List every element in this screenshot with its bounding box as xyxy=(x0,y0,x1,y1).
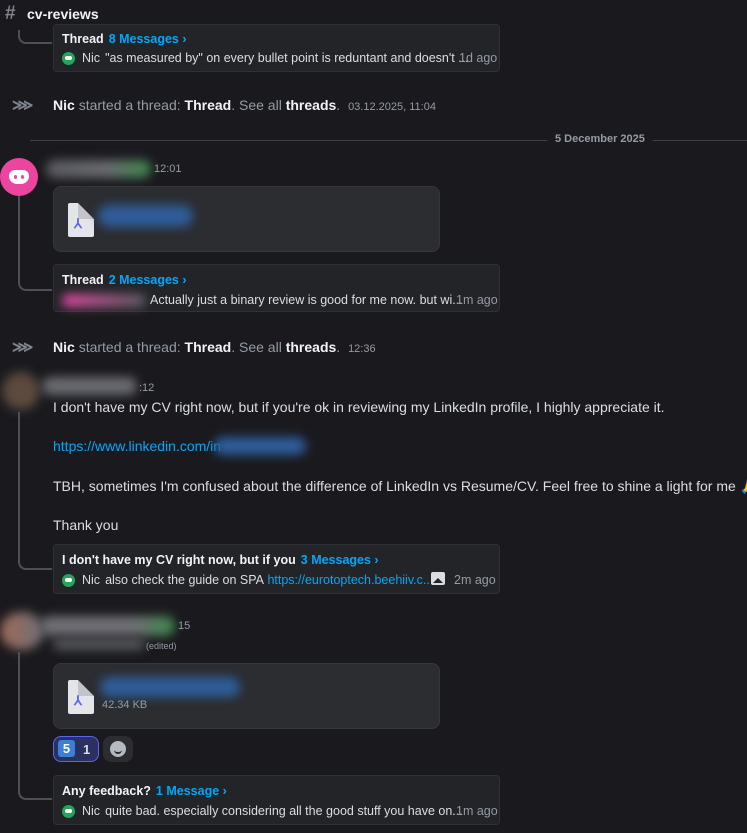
reply-spine xyxy=(18,652,52,800)
system-timestamp: 12:36 xyxy=(348,343,376,355)
see-all-threads-link[interactable]: threads xyxy=(286,97,337,113)
system-timestamp: 03.12.2025, 11:04 xyxy=(348,101,436,113)
thread-time-ago: 2m ago xyxy=(454,573,496,587)
see-all-threads-link[interactable]: threads xyxy=(286,339,337,355)
reaction-count: 1 xyxy=(83,742,91,757)
reply-spine xyxy=(18,196,52,291)
preview-author-redacted xyxy=(62,293,146,307)
message-timestamp: :12 xyxy=(139,382,155,394)
thread-preview-card[interactable]: Any feedback? 1 Message › Nic quite bad. … xyxy=(53,775,500,825)
smiley-icon xyxy=(110,741,126,757)
message-timestamp: 15 xyxy=(178,620,191,632)
reply-spine xyxy=(18,30,52,44)
file-attachment[interactable]: ⅄ xyxy=(53,186,440,252)
link-redacted xyxy=(214,437,306,455)
thread-message-count[interactable]: 8 Messages › xyxy=(109,32,187,46)
thread-started-icon: ⋙ xyxy=(12,339,34,356)
discord-avatar-icon xyxy=(62,51,75,65)
thread-title: Any feedback? xyxy=(62,784,151,798)
system-message: Nic started a thread: Thread. See all th… xyxy=(53,339,376,355)
preview-author: Nic xyxy=(82,573,101,587)
message-timestamp: 12:01 xyxy=(154,163,182,175)
preview-author: Nic xyxy=(82,804,101,818)
file-size: 42.34 KB xyxy=(102,699,148,711)
thread-title: Thread xyxy=(62,273,104,287)
thread-last-message: Nic "as measured by" on every bullet poi… xyxy=(62,51,469,65)
thread-time-ago: 1d ago xyxy=(459,51,498,65)
edited-label: (edited) xyxy=(146,641,177,651)
user-avatar-redacted[interactable] xyxy=(0,612,44,650)
folded-hands-emoji: 🙏 xyxy=(740,478,747,494)
add-reaction-button[interactable] xyxy=(103,736,133,762)
pdf-file-icon: ⅄ xyxy=(68,680,94,714)
preview-link[interactable]: https://eurotoptech.beehiiv.c... xyxy=(267,573,433,587)
system-thread-link[interactable]: Thread xyxy=(185,339,232,355)
thread-preview-card[interactable]: Thread 2 Messages › Actually just a binar… xyxy=(53,264,500,312)
date-divider-label: 5 December 2025 xyxy=(547,133,653,145)
preview-author: Nic xyxy=(82,51,101,65)
thread-last-message: Actually just a binary review is good fo… xyxy=(62,293,463,307)
system-message: Nic started a thread: Thread. See all th… xyxy=(53,97,436,113)
thread-title: Thread xyxy=(62,32,104,46)
preview-text: also check the guide on SPA xyxy=(105,573,264,587)
thread-time-ago: 1m ago xyxy=(456,804,498,818)
thread-time-ago: 1m ago xyxy=(456,293,498,307)
preview-text: "as measured by" on every bullet point i… xyxy=(105,51,469,65)
pdf-file-icon: ⅄ xyxy=(68,203,94,237)
message-text-line: I don't have my CV right now, but if you… xyxy=(53,399,665,415)
username-redacted[interactable] xyxy=(42,377,137,395)
thread-title: I don't have my CV right now, but if you xyxy=(62,553,296,567)
discord-avatar-icon xyxy=(62,804,75,818)
thread-message-count[interactable]: 1 Message › xyxy=(156,784,227,798)
system-actor[interactable]: Nic xyxy=(53,97,75,113)
user-avatar[interactable] xyxy=(0,158,38,196)
thread-last-message: Nic also check the guide on SPA https://… xyxy=(62,573,433,587)
image-attachment-icon xyxy=(431,572,445,585)
preview-text: quite bad. especially considering all th… xyxy=(105,804,463,818)
thread-message-count[interactable]: 2 Messages › xyxy=(109,273,187,287)
channel-name[interactable]: cv-reviews xyxy=(27,6,99,22)
thread-message-count[interactable]: 3 Messages › xyxy=(301,553,379,567)
reply-spine xyxy=(18,412,52,570)
channel-hash-icon: # xyxy=(5,3,16,24)
user-avatar-redacted[interactable] xyxy=(2,372,40,410)
thread-preview-card[interactable]: I don't have my CV right now, but if you… xyxy=(53,544,500,594)
discord-avatar-icon xyxy=(62,573,75,587)
system-thread-link[interactable]: Thread xyxy=(185,97,232,113)
reaction-button[interactable]: 5 1 xyxy=(53,736,99,762)
filename-redacted[interactable] xyxy=(98,205,193,227)
thread-last-message: Nic quite bad. especially considering al… xyxy=(62,804,463,818)
filename-redacted[interactable] xyxy=(100,677,240,697)
thread-started-icon: ⋙ xyxy=(12,97,34,114)
thread-preview-card[interactable]: Thread 8 Messages › Nic "as measured by" … xyxy=(53,24,500,72)
preview-text: Actually just a binary review is good fo… xyxy=(150,293,463,307)
linkedin-link[interactable]: https://www.linkedin.com/in xyxy=(53,438,221,454)
message-text-line: Thank you xyxy=(53,517,119,533)
message-text-line: TBH, sometimes I'm confused about the di… xyxy=(53,478,747,495)
username-redacted[interactable] xyxy=(46,160,151,178)
file-attachment[interactable]: ⅄ 42.34 KB xyxy=(53,663,440,729)
system-actor[interactable]: Nic xyxy=(53,339,75,355)
discord-logo-icon xyxy=(9,170,29,184)
username-redacted[interactable] xyxy=(40,616,175,636)
message-text-redacted xyxy=(53,638,145,650)
keycap-five-emoji: 5 xyxy=(58,740,75,757)
